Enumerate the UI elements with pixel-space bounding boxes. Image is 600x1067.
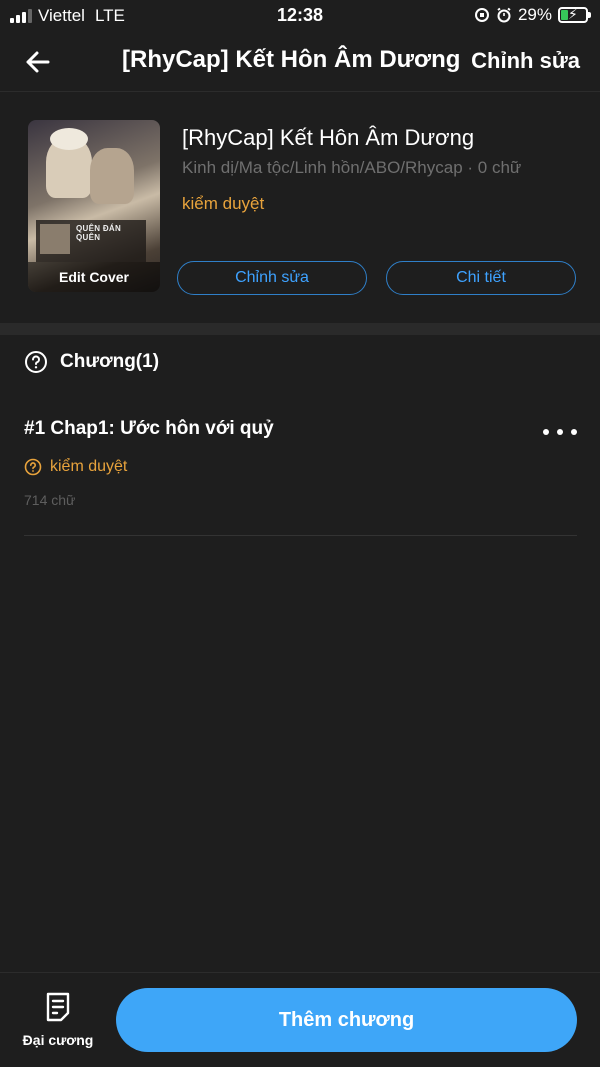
cover-inset-title: QUÊN ĐÁN QUÊN	[76, 224, 122, 242]
section-divider	[0, 323, 600, 335]
book-title: [RhyCap] Kết Hôn Âm Dương	[182, 125, 475, 150]
nav-edit-button[interactable]: Chỉnh sửa	[471, 48, 580, 74]
more-dot-icon	[557, 429, 563, 435]
chapter-status-label: kiểm duyệt	[50, 458, 128, 475]
edit-cover-label[interactable]: Edit Cover	[28, 262, 160, 292]
document-icon	[46, 992, 70, 1022]
cover-figure	[90, 148, 134, 204]
question-circle-icon[interactable]	[24, 350, 48, 374]
add-chapter-button[interactable]: Thêm chương	[116, 988, 577, 1052]
outline-button[interactable]: Đại cương	[14, 991, 102, 1051]
status-bar: Viettel LTE 12:38 29% ⚡	[0, 0, 600, 32]
cover-thumbnail	[40, 224, 70, 254]
edit-book-button[interactable]: Chỉnh sửa	[177, 261, 367, 295]
book-cover[interactable]: QUÊN ĐÁN QUÊN Edit Cover	[28, 120, 160, 292]
page-title: [RhyCap] Kết Hôn Âm Dương	[122, 46, 461, 73]
orientation-lock-icon	[474, 8, 489, 22]
more-options-button[interactable]	[543, 420, 577, 444]
chapter-word-count: 714 chữ	[24, 492, 76, 508]
book-detail-button[interactable]: Chi tiết	[386, 261, 576, 295]
more-dot-icon	[571, 429, 577, 435]
cover-figure-hair	[50, 128, 88, 150]
book-meta: Kinh dị/Ma tộc/Linh hồn/ABO/Rhycap · 0 c…	[182, 158, 522, 177]
chapters-count-label: Chương(1)	[60, 351, 160, 372]
chapters-header: Chương(1)	[24, 350, 159, 374]
chapter-title[interactable]: #1 Chap1: Ước hôn với quỷ	[24, 418, 274, 440]
more-dot-icon	[543, 429, 549, 435]
battery-percent: 29%	[517, 5, 552, 24]
back-button[interactable]	[20, 44, 56, 80]
book-status: kiểm duyệt	[182, 194, 265, 213]
cover-inset: QUÊN ĐÁN QUÊN	[36, 220, 146, 262]
outline-label: Đại cương	[22, 1032, 94, 1048]
book-info: QUÊN ĐÁN QUÊN Edit Cover [RhyCap] Kết Hô…	[0, 93, 600, 323]
battery-icon: ⚡	[558, 6, 591, 23]
system-indicators: 29% ⚡	[474, 5, 591, 25]
arrow-left-icon	[26, 51, 50, 73]
bottom-bar: Đại cương Thêm chương	[0, 972, 600, 1067]
alarm-icon	[497, 7, 511, 23]
navbar: [RhyCap] Kết Hôn Âm Dương Chỉnh sửa	[0, 32, 600, 92]
chapter-status: kiểm duyệt	[24, 458, 127, 476]
chapter-item[interactable]: #1 Chap1: Ước hôn với quỷ kiểm duyệt 714…	[24, 410, 577, 536]
review-question-icon	[24, 458, 42, 476]
